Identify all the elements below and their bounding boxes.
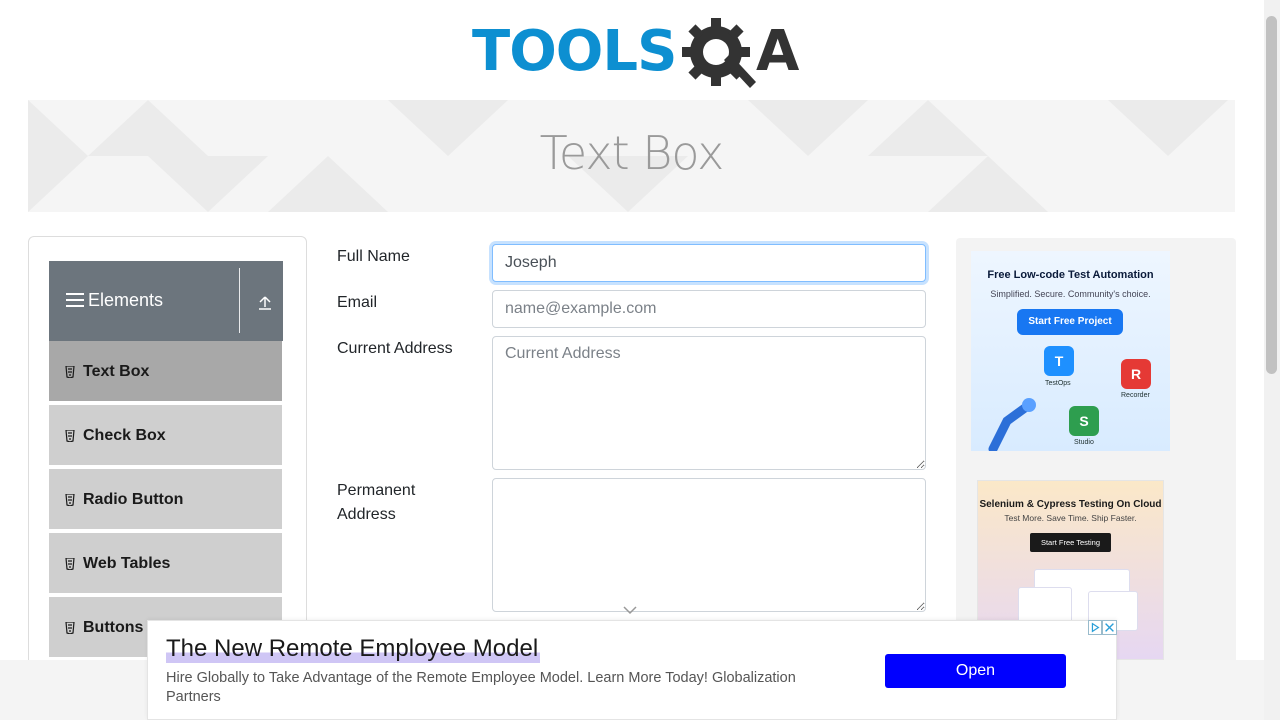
ad2-cta-button[interactable]: Start Free Testing — [1030, 533, 1111, 552]
html-file-icon — [65, 494, 75, 506]
html-file-icon — [65, 430, 75, 442]
sidebar-group-label: Elements — [88, 290, 164, 310]
ad2-subtitle: Test More. Save Time. Ship Faster. — [1004, 513, 1137, 523]
scrollbar-thumb[interactable] — [1266, 16, 1277, 374]
tile-caption: Recorder — [1121, 392, 1150, 399]
testops-tile-icon: T — [1044, 346, 1074, 376]
email-label: Email — [337, 294, 378, 311]
sidebar-item-label: Web Tables — [83, 555, 171, 572]
recorder-tile-icon: R — [1121, 359, 1151, 389]
sidebar-item-check-box[interactable]: Check Box — [49, 405, 282, 467]
bottom-ad-banner[interactable]: The New Remote Employee Model Hire Globa… — [147, 620, 1117, 720]
full-name-label: Full Name — [337, 248, 410, 265]
header-divider — [239, 268, 240, 333]
menu-icon — [66, 293, 84, 307]
full-name-input[interactable] — [492, 244, 926, 282]
tile-caption: TestOps — [1045, 380, 1071, 387]
sidebar-item-radio-button[interactable]: Radio Button — [49, 469, 282, 531]
bottom-ad-description: Hire Globally to Take Advantage of the R… — [166, 670, 796, 705]
permanent-address-label-line2: Address — [337, 506, 396, 523]
sidebar-item-label: Text Box — [83, 363, 150, 380]
sidebar-item-text-box[interactable]: Text Box — [49, 341, 282, 403]
html-file-icon — [65, 622, 75, 634]
ad-title: Free Low-code Test Automation — [987, 269, 1154, 281]
collapse-arrow-icon[interactable] — [257, 295, 273, 311]
sidebar-item-label: Check Box — [83, 427, 166, 444]
toolsqa-logo[interactable]: TOOLS A — [472, 14, 800, 92]
ad2-title: Selenium & Cypress Testing On Cloud — [979, 499, 1162, 510]
permanent-address-textarea[interactable] — [492, 478, 926, 612]
sidebar-item-label: Buttons — [83, 619, 144, 636]
current-address-label: Current Address — [337, 340, 453, 357]
ad-low-code-automation[interactable]: Free Low-code Test Automation Simplified… — [971, 251, 1170, 451]
current-address-textarea[interactable] — [492, 336, 926, 470]
gear-q-icon — [682, 18, 756, 88]
close-icon[interactable] — [1102, 620, 1117, 635]
sidebar-item-web-tables[interactable]: Web Tables — [49, 533, 282, 595]
robot-arm-illustration — [988, 398, 1036, 451]
logo-suffix: A — [756, 19, 800, 84]
page-title: Text Box — [539, 126, 725, 180]
page-banner: Text Box — [28, 100, 1235, 212]
html-file-icon — [65, 366, 75, 378]
permanent-address-label-line1: Permanent — [337, 482, 416, 499]
adchoices-icon[interactable] — [1088, 620, 1102, 635]
html-file-icon — [65, 558, 75, 570]
logo-text: TOOLS — [472, 19, 677, 84]
ad-subtitle: Simplified. Secure. Community's choice. — [990, 289, 1151, 299]
studio-tile-icon: S — [1069, 406, 1099, 436]
permanent-address-label: Permanent Address — [337, 479, 415, 527]
ad-cta-button[interactable]: Start Free Project — [1017, 309, 1123, 335]
bottom-ad-headline[interactable]: The New Remote Employee Model — [166, 635, 541, 663]
chevron-down-icon[interactable] — [622, 605, 638, 615]
open-button[interactable]: Open — [885, 654, 1066, 688]
tile-caption: Studio — [1074, 439, 1094, 446]
sidebar-item-label: Radio Button — [83, 491, 184, 508]
email-input[interactable] — [492, 290, 926, 328]
sidebar-group-elements[interactable]: Elements — [49, 261, 283, 341]
